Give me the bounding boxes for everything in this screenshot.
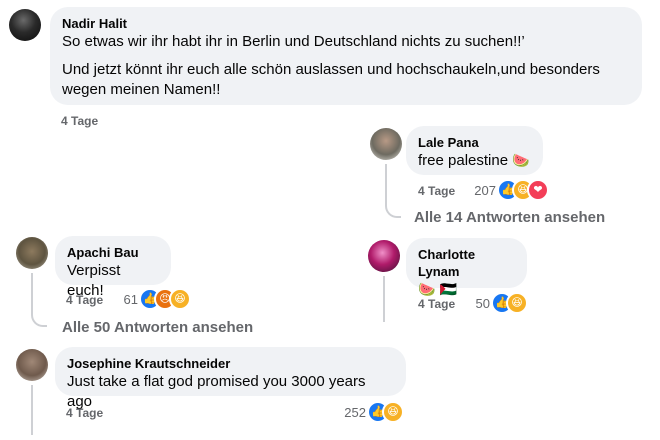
comment-author[interactable]: Charlotte Lynam xyxy=(418,246,515,280)
view-replies-link[interactable]: Alle 14 Antworten ansehen xyxy=(414,209,605,226)
comment-author[interactable]: Nadir Halit xyxy=(62,15,630,32)
avatar[interactable] xyxy=(16,349,48,381)
reaction-count[interactable]: 252 xyxy=(336,405,366,420)
avatar[interactable] xyxy=(370,128,402,160)
haha-icon[interactable]: 😆 xyxy=(382,401,404,423)
comment-timestamp[interactable]: 4 Tage xyxy=(61,114,98,128)
comment-text: free palestine 🍉 xyxy=(418,151,531,171)
thread-line xyxy=(31,273,33,313)
comment-timestamp[interactable]: 4 Tage xyxy=(418,297,455,311)
comment-timestamp[interactable]: 4 Tage xyxy=(418,184,455,198)
reaction-count[interactable]: 50 xyxy=(466,296,490,311)
comment-text-value: free palestine xyxy=(418,152,509,169)
haha-icon[interactable]: 😆 xyxy=(506,292,528,314)
comment-timestamp[interactable]: 4 Tage xyxy=(66,293,103,307)
haha-icon[interactable]: 😆 xyxy=(169,288,191,310)
thread-line xyxy=(31,313,47,327)
comment-author[interactable]: Lale Pana xyxy=(418,134,531,151)
thread-line xyxy=(385,164,387,204)
avatar[interactable] xyxy=(16,237,48,269)
comment-author[interactable]: Josephine Krautschneider xyxy=(67,355,394,372)
thread-line xyxy=(31,385,33,435)
view-replies-link[interactable]: Alle 50 Antworten ansehen xyxy=(62,319,253,336)
avatar[interactable] xyxy=(368,240,400,272)
watermelon-emoji: 🍉 xyxy=(512,153,530,169)
avatar[interactable] xyxy=(9,9,41,41)
comment-text: Und jetzt könnt ihr euch alle schön ausl… xyxy=(62,61,600,98)
comment-bubble: Josephine Krautschneider Just take a fla… xyxy=(55,347,406,410)
love-icon[interactable]: ❤ xyxy=(527,179,549,201)
comment-bubble: Charlotte Lynam 🍉 🇵🇸 xyxy=(406,238,527,298)
thread-line xyxy=(385,204,401,218)
reaction-count[interactable]: 207 xyxy=(466,183,496,198)
comment-bubble: Apachi Bau Verpisst euch! xyxy=(55,236,171,299)
reaction-count[interactable]: 61 xyxy=(110,292,138,307)
comment-author[interactable]: Apachi Bau xyxy=(67,244,159,261)
comment-timestamp[interactable]: 4 Tage xyxy=(66,406,103,420)
comment-bubble: Lale Pana free palestine 🍉 xyxy=(406,126,543,175)
comment-bubble: Nadir Halit So etwas wir ihr habt ihr in… xyxy=(50,7,642,105)
thread-line xyxy=(383,276,385,322)
comment-text: So etwas wir ihr habt ihr in Berlin und … xyxy=(62,33,525,50)
